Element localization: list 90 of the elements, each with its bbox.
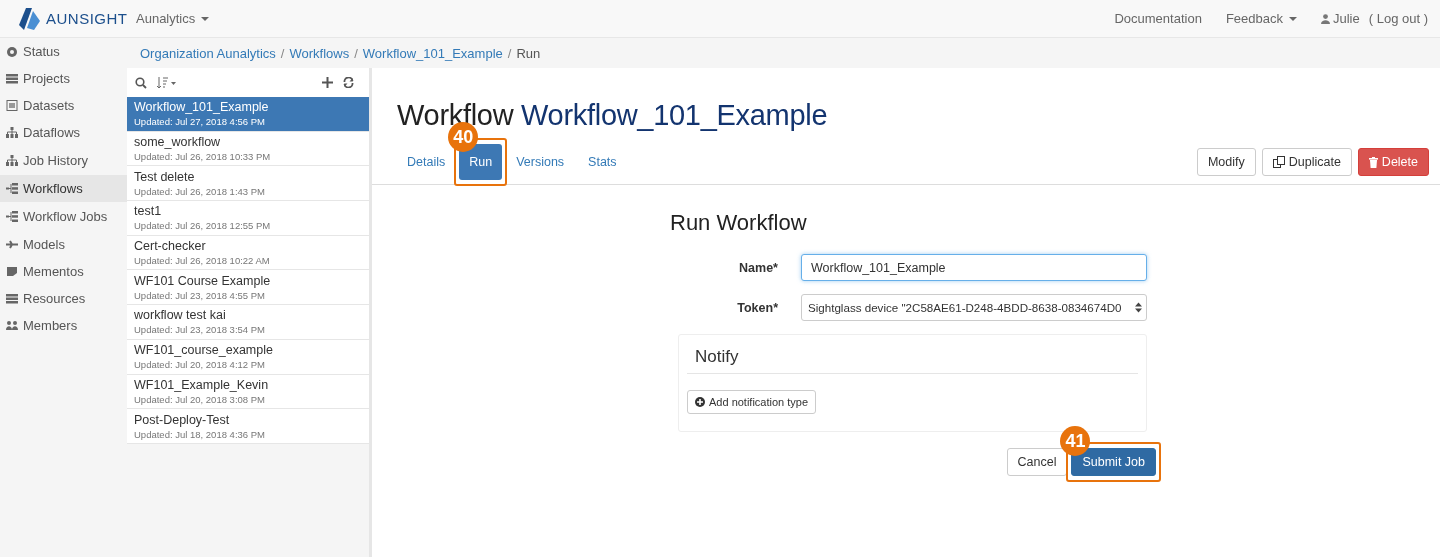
breadcrumb-link[interactable]: Workflow_101_Example bbox=[362, 45, 503, 61]
sidebar-item[interactable]: Models bbox=[0, 231, 127, 258]
workflow-list-item[interactable]: WF101 Course Example Updated: Jul 23, 2018 4:55 PM bbox=[127, 270, 369, 306]
workflow-list-item[interactable]: WF101_course_example Updated: Jul 20, 2018 4:12 PM bbox=[127, 339, 369, 375]
updated-date: Updated: Jul 20, 2018 3:08 PM bbox=[134, 393, 266, 405]
flow-icon bbox=[6, 183, 18, 194]
updated-date: Updated: Jul 23, 2018 3:54 PM bbox=[134, 324, 266, 336]
sidebar-item[interactable]: Resources bbox=[0, 285, 127, 312]
tree-icon bbox=[6, 127, 18, 138]
tab[interactable]: Run bbox=[459, 144, 503, 180]
gauge-icon bbox=[6, 46, 18, 57]
submit-button[interactable]: Submit Job bbox=[1071, 448, 1156, 476]
logout-link[interactable]: ( Log out ) bbox=[1368, 11, 1428, 26]
file-icon bbox=[6, 100, 18, 111]
updown-icon bbox=[1135, 302, 1142, 313]
workflow-name: Cert-checker bbox=[134, 239, 207, 254]
workflow-name: WF101_Example_Kevin bbox=[134, 377, 270, 392]
breadcrumb-separator: / bbox=[507, 45, 512, 61]
name-field[interactable]: Workflow_101_Example bbox=[801, 254, 1147, 281]
user-name: Julie bbox=[1333, 11, 1360, 26]
stack-icon bbox=[6, 293, 18, 304]
token-select[interactable]: Sightglass device "2C58AE61-D248-4BDD-8638-0834674D0 bbox=[801, 294, 1147, 321]
workflow-name: Post-Deploy-Test bbox=[134, 412, 231, 427]
delete-button[interactable]: Delete bbox=[1357, 148, 1429, 176]
user-icon bbox=[1321, 13, 1330, 24]
workflow-name: WF101_course_example bbox=[134, 343, 274, 358]
updated-date: Updated: Jul 23, 2018 4:55 PM bbox=[134, 289, 266, 301]
breadcrumb-link[interactable]: Workflows bbox=[289, 45, 350, 61]
list-icon bbox=[6, 73, 18, 84]
workflow-list-item[interactable]: test1 Updated: Jul 26, 2018 12:55 PM bbox=[127, 201, 369, 236]
plus-circle-icon bbox=[695, 397, 705, 407]
workflow-list-item[interactable]: Test delete Updated: Jul 26, 2018 1:43 PM bbox=[127, 166, 369, 202]
tab[interactable]: Versions bbox=[506, 144, 575, 180]
sidebar-item[interactable]: Job History bbox=[0, 146, 127, 175]
breadcrumb-separator: / bbox=[280, 45, 285, 61]
field-label: Token* bbox=[736, 300, 779, 315]
workflow-name: WF101 Course Example bbox=[134, 273, 272, 288]
sort-icon[interactable] bbox=[157, 76, 177, 89]
sidebar-item[interactable]: Status bbox=[0, 38, 127, 65]
cancel-button[interactable]: Cancel bbox=[1006, 448, 1068, 476]
updated-date: Updated: Jul 26, 2018 10:22 AM bbox=[134, 255, 271, 267]
workflow-list-item[interactable]: WF101_Example_Kevin Updated: Jul 20, 2018 3:08 PM bbox=[127, 374, 369, 410]
sidebar-item[interactable]: Dataflows bbox=[0, 119, 127, 146]
breadcrumb-current: Run bbox=[516, 45, 541, 61]
caret-icon bbox=[201, 16, 210, 21]
trash-icon bbox=[1368, 156, 1378, 168]
refresh-icon[interactable] bbox=[343, 77, 354, 88]
note-icon bbox=[6, 266, 18, 277]
workflow-list-item[interactable]: Post-Deploy-Test Updated: Jul 18, 2018 4:36 PM bbox=[127, 409, 369, 444]
updated-date: Updated: Jul 26, 2018 1:43 PM bbox=[134, 185, 266, 197]
search-icon[interactable] bbox=[135, 76, 147, 89]
org-menu[interactable]: Aunalytics bbox=[136, 11, 210, 26]
modify-button[interactable]: Modify bbox=[1196, 148, 1256, 176]
people-icon bbox=[6, 320, 18, 331]
sidebar-item[interactable]: Projects bbox=[0, 65, 127, 92]
workflow-name: Test delete bbox=[134, 169, 196, 184]
nav-link[interactable]: Feedback bbox=[1225, 11, 1283, 26]
sidebar-item[interactable]: Members bbox=[0, 312, 127, 339]
add-notification-button[interactable]: Add notification type bbox=[687, 390, 817, 414]
workflow-name: Workflow_101_Example bbox=[134, 100, 270, 115]
logo-icon bbox=[18, 6, 42, 31]
jobs-icon bbox=[6, 211, 18, 222]
workflow-name: test1 bbox=[134, 204, 163, 219]
form-heading: Run Workflow bbox=[670, 210, 808, 236]
sidebar-item[interactable]: Workflow Jobs bbox=[0, 202, 127, 231]
copy-icon bbox=[1272, 156, 1285, 168]
nav-link[interactable]: Documentation bbox=[1114, 11, 1202, 26]
updated-date: Updated: Jul 20, 2018 4:12 PM bbox=[134, 359, 266, 371]
sidebar-item[interactable]: Workflows bbox=[0, 175, 127, 202]
duplicate-button[interactable]: Duplicate bbox=[1261, 148, 1352, 176]
callout-badge: 41 bbox=[1060, 426, 1091, 456]
updated-date: Updated: Jul 26, 2018 10:33 PM bbox=[134, 151, 272, 163]
sidebar-item[interactable]: Datasets bbox=[0, 92, 127, 119]
updated-date: Updated: Jul 18, 2018 4:36 PM bbox=[134, 428, 266, 440]
notify-heading: Notify bbox=[687, 347, 1138, 374]
brand-name[interactable]: AUNSIGHT bbox=[46, 10, 128, 27]
breadcrumb-link[interactable]: Organization Aunalytics bbox=[140, 45, 276, 61]
workflow-list-item[interactable]: workflow test kai Updated: Jul 23, 2018 3:54 PM bbox=[127, 305, 369, 340]
sidebar-item[interactable]: Mementos bbox=[0, 258, 127, 285]
tab[interactable]: Stats bbox=[578, 144, 627, 180]
workflow-name: some_workflow bbox=[134, 135, 222, 150]
updated-date: Updated: Jul 27, 2018 4:56 PM bbox=[134, 116, 266, 128]
workflow-list-item[interactable]: Workflow_101_Example Updated: Jul 27, 2018 4:56 PM bbox=[127, 97, 369, 132]
workflow-list-item[interactable]: some_workflow Updated: Jul 26, 2018 10:33 PM bbox=[127, 131, 369, 167]
updated-date: Updated: Jul 26, 2018 12:55 PM bbox=[134, 220, 272, 232]
workflow-name: workflow test kai bbox=[134, 308, 227, 323]
field-label: Name* bbox=[738, 260, 779, 275]
plus-icon[interactable] bbox=[322, 77, 333, 88]
breadcrumb-separator: / bbox=[354, 45, 358, 61]
workflow-list-item[interactable]: Cert-checker Updated: Jul 26, 2018 10:22 AM bbox=[127, 235, 369, 271]
